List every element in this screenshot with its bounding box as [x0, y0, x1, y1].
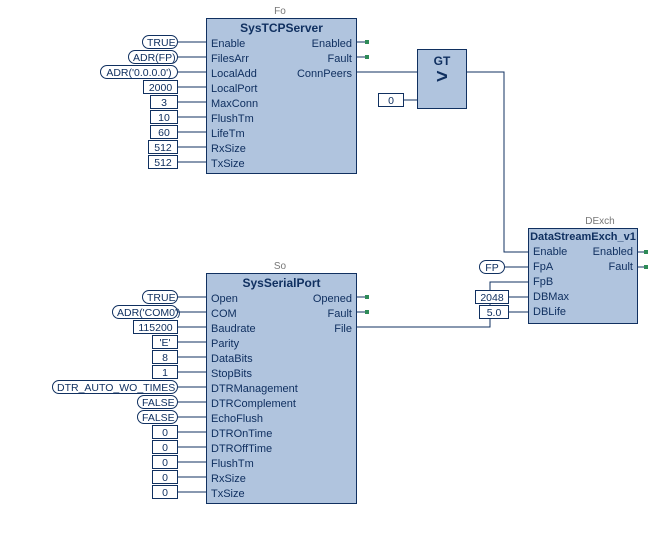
tcp-out-fault: Fault — [328, 52, 352, 67]
dse-in-dblife: DBLife — [533, 305, 566, 320]
dse-p-dblife[interactable]: 5.0 — [479, 305, 509, 319]
dse-instance: DExch — [530, 216, 648, 227]
serial-in-dtrmgmt: DTRManagement — [211, 382, 298, 397]
tcp-in-enable: Enable — [211, 37, 245, 52]
serial-p-flushtm[interactable]: 0 — [152, 455, 178, 469]
tcp-p-enable[interactable]: TRUE — [142, 35, 178, 49]
tcp-out-connpeers: ConnPeers — [297, 67, 352, 82]
tcp-in-localport: LocalPort — [211, 82, 257, 97]
serial-p-txsize[interactable]: 0 — [152, 485, 178, 499]
serial-in-dtrofftime: DTROffTime — [211, 442, 272, 457]
gt-block[interactable]: GT > — [417, 49, 467, 109]
serial-out-opened: Opened — [313, 292, 352, 307]
serial-in-com: COM — [211, 307, 237, 322]
gt-p-0[interactable]: 0 — [378, 93, 404, 107]
tcp-p-maxconn[interactable]: 3 — [150, 95, 178, 109]
tcp-p-txsize[interactable]: 512 — [148, 155, 178, 169]
serial-p-dtrcomp[interactable]: FALSE — [137, 395, 178, 409]
dse-p-dbmax[interactable]: 2048 — [475, 290, 509, 304]
serial-p-stopbits[interactable]: 1 — [152, 365, 178, 379]
serial-p-open[interactable]: TRUE — [142, 290, 178, 304]
dse-in-dbmax: DBMax — [533, 290, 569, 305]
dse-in-enable: Enable — [533, 245, 567, 260]
serial-p-rxsize[interactable]: 0 — [152, 470, 178, 484]
tcp-in-flushtm: FlushTm — [211, 112, 254, 127]
serial-in-echoflush: EchoFlush — [211, 412, 263, 427]
tcp-in-localadd: LocalAdd — [211, 67, 257, 82]
serial-in-txsize: TxSize — [211, 487, 245, 502]
serial-out-file: File — [334, 322, 352, 337]
dse-p-fpa[interactable]: FP — [479, 260, 505, 274]
serial-block[interactable]: SysSerialPort Open Opened COM Fault Baud… — [206, 273, 357, 504]
serial-p-echoflush[interactable]: FALSE — [137, 410, 178, 424]
serial-in-parity: Parity — [211, 337, 239, 352]
tcp-title: SysTCPServer — [207, 19, 356, 37]
dse-title: DataStreamExch_v1 — [529, 229, 637, 245]
dse-out-fault: Fault — [609, 260, 633, 275]
serial-p-dtrmgmt[interactable]: DTR_AUTO_WO_TIMES — [52, 380, 178, 394]
tcp-block[interactable]: SysTCPServer Enable Enabled FilesArr Fau… — [206, 18, 357, 174]
serial-in-rxsize: RxSize — [211, 472, 246, 487]
serial-instance: So — [210, 261, 350, 272]
dse-block[interactable]: DataStreamExch_v1 Enable Enabled FpA Fau… — [528, 228, 638, 324]
tcp-instance: Fo — [210, 6, 350, 17]
serial-in-dtrontime: DTROnTime — [211, 427, 272, 442]
tcp-in-rxsize: RxSize — [211, 142, 246, 157]
tcp-p-flushtm[interactable]: 10 — [150, 110, 178, 124]
serial-in-baudrate: Baudrate — [211, 322, 256, 337]
dse-out-enabled: Enabled — [593, 245, 633, 260]
tcp-in-filesarr: FilesArr — [211, 52, 249, 67]
serial-p-dtrofftime[interactable]: 0 — [152, 440, 178, 454]
serial-p-databits[interactable]: 8 — [152, 350, 178, 364]
tcp-in-maxconn: MaxConn — [211, 97, 258, 112]
tcp-p-localadd[interactable]: ADR('0.0.0.0') — [100, 65, 178, 79]
serial-out-fault: Fault — [328, 307, 352, 322]
serial-in-stopbits: StopBits — [211, 367, 252, 382]
tcp-in-lifetm: LifeTm — [211, 127, 245, 142]
serial-in-open: Open — [211, 292, 238, 307]
tcp-p-rxsize[interactable]: 512 — [148, 140, 178, 154]
serial-title: SysSerialPort — [207, 274, 356, 292]
serial-p-parity[interactable]: 'E' — [152, 335, 178, 349]
tcp-p-localport[interactable]: 2000 — [143, 80, 178, 94]
tcp-p-lifetm[interactable]: 60 — [150, 125, 178, 139]
gt-symbol: > — [418, 70, 466, 84]
tcp-out-enabled: Enabled — [312, 37, 352, 52]
serial-in-databits: DataBits — [211, 352, 253, 367]
serial-p-com[interactable]: ADR('COM0') — [112, 305, 178, 319]
serial-in-dtrcomp: DTRComplement — [211, 397, 296, 412]
dse-in-fpb: FpB — [533, 275, 553, 290]
serial-p-dtrontime[interactable]: 0 — [152, 425, 178, 439]
dse-in-fpa: FpA — [533, 260, 553, 275]
serial-in-flushtm: FlushTm — [211, 457, 254, 472]
tcp-in-txsize: TxSize — [211, 157, 245, 172]
serial-p-baud[interactable]: 115200 — [133, 320, 178, 334]
tcp-p-filesarr[interactable]: ADR(FP) — [128, 50, 178, 64]
